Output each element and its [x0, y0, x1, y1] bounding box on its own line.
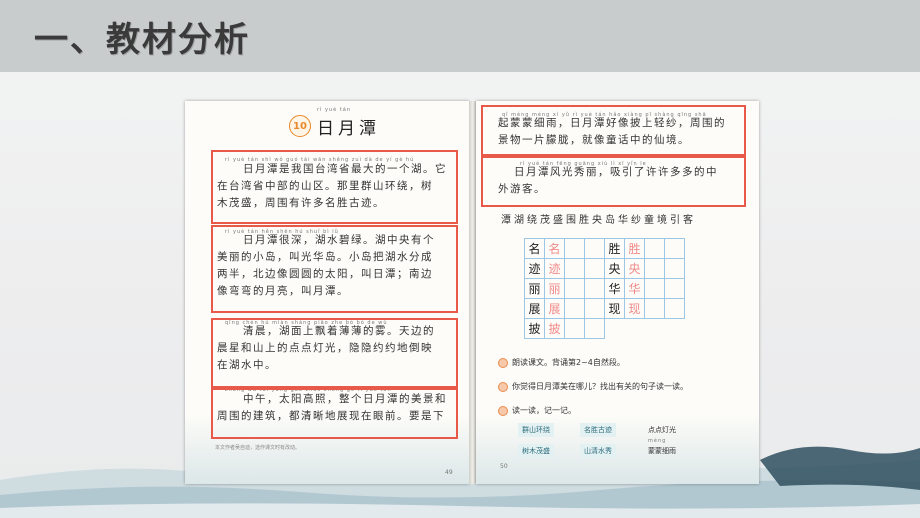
- page-number: 50: [500, 463, 508, 470]
- highlight-box-paragraph-5: [481, 156, 746, 207]
- grid-cell: [584, 278, 605, 299]
- grid-cell-empty: [645, 319, 665, 339]
- grid-cell: 披: [524, 318, 545, 339]
- grid-cell: [564, 258, 585, 279]
- grid-cell-trace: 央: [624, 258, 645, 279]
- highlight-box-paragraph-2: [211, 225, 458, 313]
- exercise-text: 读一读，记一记。: [512, 406, 576, 415]
- grid-row: 迹 迹 央 央: [524, 258, 685, 279]
- new-characters-strip: 潭湖绕茂盛围胜央岛华纱童境引客: [501, 215, 696, 226]
- grid-cell: 展: [524, 298, 545, 319]
- vocab-word: 名胜古迹: [580, 423, 616, 437]
- grid-cell: 名: [524, 238, 545, 259]
- book-spine: [469, 101, 476, 484]
- exercise-text: 你觉得日月潭美在哪儿？找出有关的句子读一读。: [512, 382, 688, 391]
- grid-cell: [644, 298, 665, 319]
- grid-cell: [564, 298, 585, 319]
- lesson-header: 10 日月潭: [289, 113, 380, 139]
- grid-cell: [564, 238, 585, 259]
- grid-cell: [664, 298, 685, 319]
- grid-cell: [644, 258, 665, 279]
- highlight-box-paragraph-1: [211, 150, 458, 224]
- grid-row: 名 名 胜 胜: [524, 238, 685, 259]
- highlight-box-paragraph-4-end: [481, 105, 746, 156]
- page-number: 49: [445, 469, 453, 476]
- grid-cell: 央: [604, 258, 625, 279]
- grid-cell: [644, 278, 665, 299]
- grid-cell: [664, 238, 685, 259]
- grid-cell: [584, 258, 605, 279]
- vocab-word: 点点灯光: [648, 426, 676, 434]
- grid-cell-trace: 胜: [624, 238, 645, 259]
- exercise-bullet-icon: [498, 405, 508, 416]
- grid-cell: [644, 238, 665, 259]
- grid-cell-trace: 披: [544, 318, 565, 339]
- slide-title: 一、教材分析: [34, 20, 250, 60]
- grid-cell: [564, 278, 585, 299]
- writing-grid: 名 名 胜 胜 迹 迹 央 央 丽 丽 华 华 展 展 现 现 披 披: [524, 238, 685, 339]
- lesson-number-badge: 10: [289, 115, 311, 137]
- grid-cell-trace: 展: [544, 298, 565, 319]
- vocab-word: 群山环绕: [518, 423, 554, 437]
- vocab-word: 山清水秀: [580, 444, 616, 458]
- exercise-bullet-icon: [498, 381, 508, 392]
- grid-cell: [584, 238, 605, 259]
- grid-cell-trace: 迹: [544, 258, 565, 279]
- grid-cell: 胜: [604, 238, 625, 259]
- grid-cell-empty: [625, 319, 645, 339]
- highlight-box-paragraph-3: [211, 318, 458, 388]
- footnote: 本文作者吴自迪，选作课文时有改动。: [215, 445, 301, 451]
- lesson-title: 日月潭: [317, 118, 380, 139]
- grid-cell-empty: [665, 319, 685, 339]
- grid-cell-trace: 名: [544, 238, 565, 259]
- grid-cell: 现: [604, 298, 625, 319]
- grid-cell: [664, 258, 685, 279]
- grid-cell: [584, 318, 605, 339]
- vocab-word: 树木茂盛: [518, 444, 554, 458]
- grid-cell: [664, 278, 685, 299]
- exercise-bullet-icon: [498, 357, 508, 368]
- grid-cell: 迹: [524, 258, 545, 279]
- grid-cell: [564, 318, 585, 339]
- exercise-item: 读一读，记一记。: [498, 405, 576, 416]
- grid-cell-trace: 丽: [544, 278, 565, 299]
- grid-row: 展 展 现 现: [524, 298, 685, 319]
- exercise-text: 朗读课文。背诵第2~4自然段。: [512, 358, 625, 367]
- grid-cell: [584, 298, 605, 319]
- highlight-box-paragraph-4: [211, 388, 458, 439]
- grid-cell-empty: [605, 319, 625, 339]
- grid-row: 丽 丽 华 华: [524, 278, 685, 299]
- exercise-item: 你觉得日月潭美在哪儿？找出有关的句子读一读。: [498, 381, 688, 392]
- exercise-item: 朗读课文。背诵第2~4自然段。: [498, 357, 625, 368]
- grid-cell: 华: [604, 278, 625, 299]
- grid-cell: 丽: [524, 278, 545, 299]
- grid-row: 披 披: [524, 318, 685, 339]
- grid-cell-trace: 华: [624, 278, 645, 299]
- grid-cell-trace: 现: [624, 298, 645, 319]
- vocab-word: 蒙蒙细雨: [648, 447, 676, 455]
